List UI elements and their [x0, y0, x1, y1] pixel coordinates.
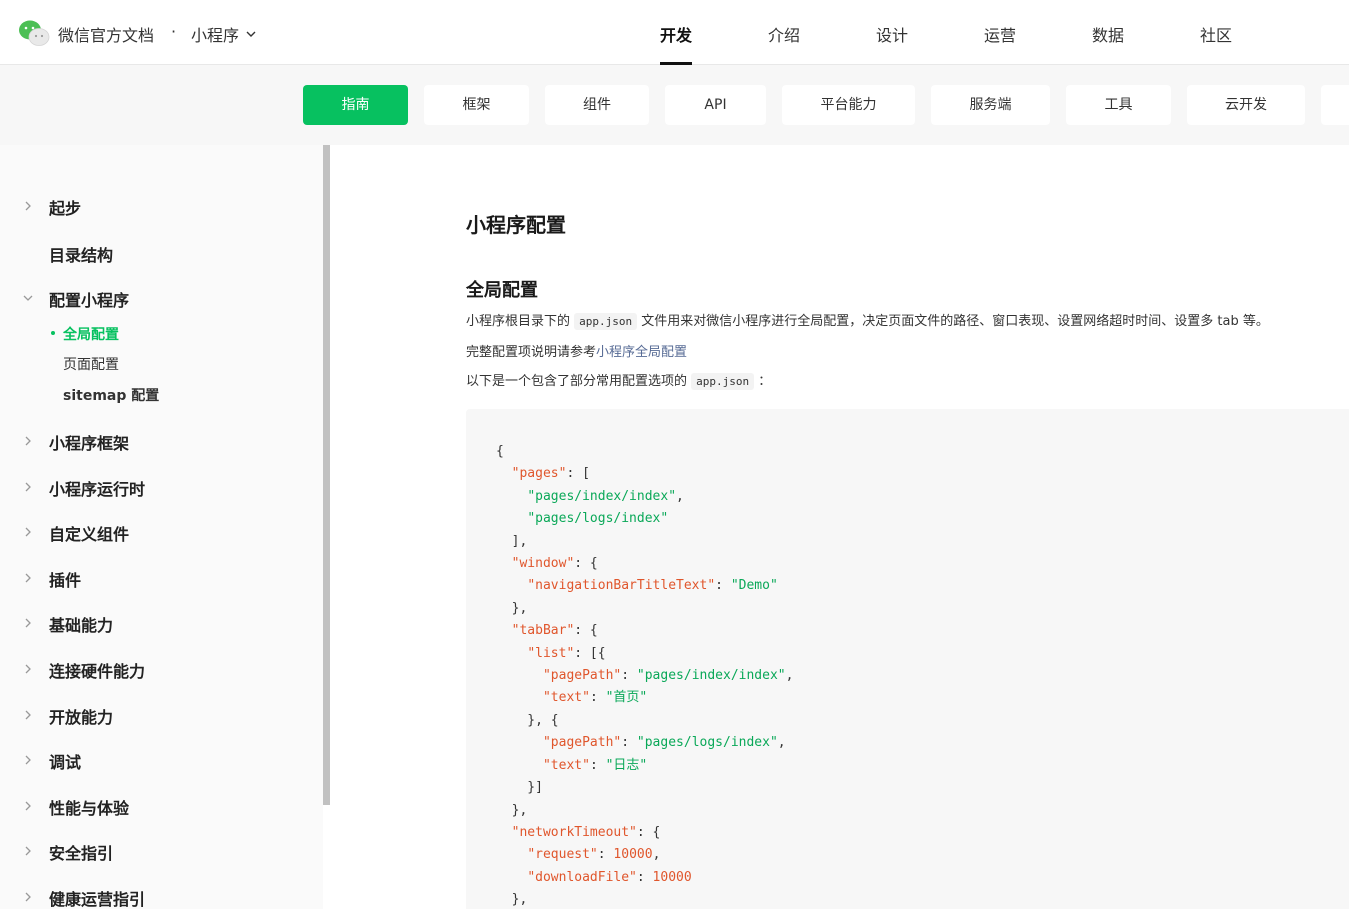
sidebar-item-label: 安全指引: [49, 844, 114, 863]
reference-text: 完整配置项说明请参考: [466, 345, 597, 360]
chevron-right-icon: [25, 846, 31, 856]
nav-item-data[interactable]: 数据: [1092, 22, 1124, 46]
sidebar-item-config[interactable]: 配置小程序: [0, 282, 320, 314]
sidebar-item-debug[interactable]: 调试: [0, 744, 320, 776]
sidebar-subitem-label: sitemap 配置: [63, 388, 160, 404]
sidebar-item-label: 目录结构: [49, 246, 114, 265]
sidebar-item-label: 健康运营指引: [49, 890, 146, 909]
reference-paragraph: 完整配置项说明请参考小程序全局配置: [466, 344, 687, 362]
section-title: 全局配置: [466, 280, 538, 301]
sidebar-item-security[interactable]: 安全指引: [0, 835, 320, 867]
sidebar-item-directory[interactable]: 目录结构: [0, 237, 320, 269]
chevron-right-icon: [25, 801, 31, 811]
example-text-prefix: 以下是一个包含了部分常用配置选项的: [466, 374, 688, 389]
brand-title[interactable]: 微信官方文档: [58, 22, 154, 46]
code-content: { "pages": [ "pages/index/index", "pages…: [496, 444, 794, 908]
wechat-logo-icon[interactable]: [18, 19, 50, 47]
tab-api[interactable]: API: [665, 85, 766, 125]
chevron-right-icon: [25, 573, 31, 583]
sidebar-item-label: 插件: [49, 571, 82, 590]
sidebar-item-label: 连接硬件能力: [49, 662, 146, 681]
sidebar-item-health-ops[interactable]: 健康运营指引: [0, 881, 320, 909]
inline-code: app.json: [574, 313, 638, 330]
example-paragraph: 以下是一个包含了部分常用配置选项的 app.json ：: [466, 373, 771, 391]
sidebar-item-label: 开放能力: [49, 708, 114, 727]
tab-platform[interactable]: 平台能力: [782, 85, 915, 125]
main-content: 小程序配置 全局配置 小程序根目录下的 app.json 文件用来对微信小程序进…: [330, 145, 1349, 909]
chevron-right-icon: [25, 755, 31, 765]
code-block[interactable]: { "pages": [ "pages/index/index", "pages…: [466, 409, 1349, 909]
page-title: 小程序配置: [466, 213, 566, 237]
sidebar-item-custom-components[interactable]: 自定义组件: [0, 516, 320, 548]
intro-text-prefix: 小程序根目录下的: [466, 314, 571, 329]
sidebar-scrollbar[interactable]: [323, 145, 330, 805]
intro-paragraph: 小程序根目录下的 app.json 文件用来对微信小程序进行全局配置，决定页面文…: [466, 313, 1269, 331]
sidebar-item-open-abilities[interactable]: 开放能力: [0, 699, 320, 731]
sidebar-item-label: 小程序框架: [49, 434, 130, 453]
sidebar-item-label: 配置小程序: [49, 291, 130, 310]
sidebar-item-runtime[interactable]: 小程序运行时: [0, 471, 320, 503]
example-text-suffix: ：: [758, 374, 772, 389]
sidebar-subitem-sitemap-config[interactable]: sitemap 配置: [0, 381, 320, 407]
global-config-link[interactable]: 小程序全局配置: [596, 345, 687, 360]
chevron-right-icon: [25, 664, 31, 674]
sidebar-subitem-page-config[interactable]: 页面配置: [0, 350, 320, 376]
tab-tools[interactable]: 工具: [1066, 85, 1171, 125]
sidebar: 起步 目录结构 配置小程序 全局配置 页面配置 sitemap 配置 小程序框架…: [0, 145, 323, 909]
sidebar-item-basic-abilities[interactable]: 基础能力: [0, 607, 320, 639]
chevron-right-icon: [25, 618, 31, 628]
sidebar-subitem-global-config[interactable]: 全局配置: [0, 320, 320, 346]
sidebar-item-hardware[interactable]: 连接硬件能力: [0, 653, 320, 685]
nav-item-design[interactable]: 设计: [876, 22, 908, 46]
nav-item-community[interactable]: 社区: [1200, 22, 1232, 46]
chevron-down-icon: [246, 31, 256, 37]
sidebar-item-label: 基础能力: [49, 616, 114, 635]
sub-nav: 指南 框架 组件 API 平台能力 服务端 工具 云开发: [0, 65, 1349, 145]
sidebar-subitem-label: 页面配置: [63, 357, 119, 373]
nav-item-operation[interactable]: 运营: [984, 22, 1016, 46]
chevron-down-icon: [23, 295, 33, 301]
chevron-right-icon: [25, 201, 31, 211]
nav-item-develop[interactable]: 开发: [660, 22, 692, 46]
tab-more-partial[interactable]: [1321, 85, 1349, 125]
inline-code: app.json: [691, 373, 755, 390]
brand-separator: ·: [171, 22, 177, 41]
tab-server[interactable]: 服务端: [931, 85, 1050, 125]
product-name: 小程序: [191, 26, 240, 45]
tab-guide[interactable]: 指南: [303, 85, 408, 125]
chevron-right-icon: [25, 892, 31, 902]
chevron-right-icon: [25, 482, 31, 492]
tab-framework[interactable]: 框架: [424, 85, 529, 125]
tab-components[interactable]: 组件: [545, 85, 649, 125]
sidebar-subitem-label: 全局配置: [63, 327, 119, 343]
tab-cloud[interactable]: 云开发: [1187, 85, 1305, 125]
active-dot: [51, 331, 55, 335]
sidebar-item-label: 小程序运行时: [49, 480, 146, 499]
intro-text-suffix: 文件用来对微信小程序进行全局配置，决定页面文件的路径、窗口表现、设置网络超时时间…: [641, 314, 1269, 329]
product-selector[interactable]: 小程序: [191, 22, 257, 46]
chevron-right-icon: [25, 436, 31, 446]
sidebar-item-label: 调试: [49, 753, 82, 772]
sidebar-item-label: 自定义组件: [49, 525, 130, 544]
chevron-right-icon: [25, 710, 31, 720]
sidebar-item-framework[interactable]: 小程序框架: [0, 425, 320, 457]
sidebar-item-start[interactable]: 起步: [0, 190, 320, 222]
sidebar-item-performance[interactable]: 性能与体验: [0, 790, 320, 822]
chevron-right-icon: [25, 527, 31, 537]
sidebar-item-label: 性能与体验: [49, 799, 130, 818]
sidebar-item-label: 起步: [49, 199, 82, 218]
nav-item-intro[interactable]: 介绍: [768, 22, 800, 46]
sidebar-item-plugins[interactable]: 插件: [0, 562, 320, 594]
top-header: 微信官方文档 · 小程序 开发 介绍 设计 运营 数据 社区: [0, 0, 1349, 65]
